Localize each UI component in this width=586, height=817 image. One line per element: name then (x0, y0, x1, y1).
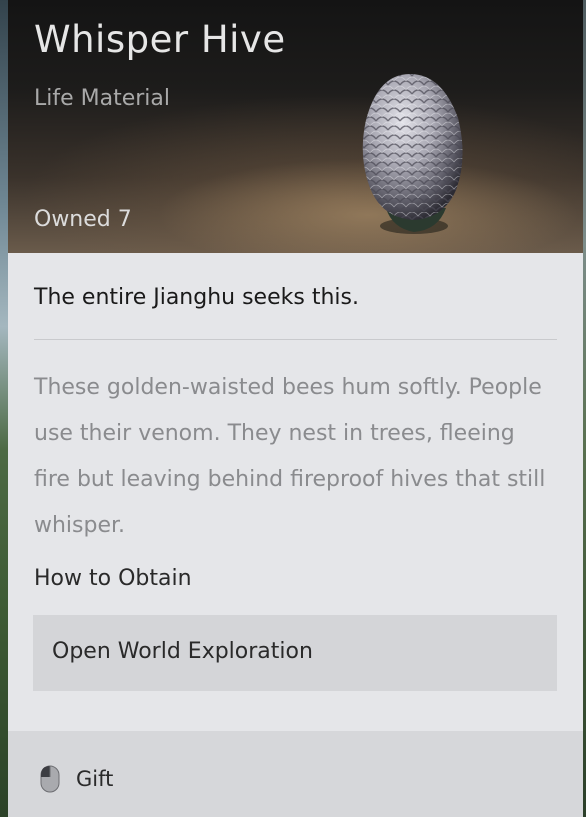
obtain-source-box: Open World Exploration (33, 615, 557, 691)
hive-item-image (362, 74, 463, 234)
item-tagline: The entire Jianghu seeks this. (34, 285, 359, 310)
item-title: Whisper Hive (34, 18, 286, 61)
item-detail-card: Whisper Hive Life Material Owned 7 The e… (8, 0, 583, 817)
divider (34, 339, 557, 340)
item-description: These golden-waisted bees hum softly. Pe… (34, 375, 546, 538)
item-header: Whisper Hive Life Material Owned 7 (8, 0, 583, 253)
gift-button[interactable]: Gift (32, 761, 123, 797)
obtain-heading: How to Obtain (34, 566, 192, 591)
owned-count: Owned 7 (34, 207, 132, 232)
mouse-icon (40, 765, 60, 793)
gift-button-label: Gift (76, 767, 114, 791)
obtain-source-label: Open World Exploration (52, 639, 313, 664)
action-footer: Gift (8, 731, 583, 817)
item-category: Life Material (34, 86, 171, 111)
item-description-panel: The entire Jianghu seeks this. These gol… (8, 253, 583, 731)
